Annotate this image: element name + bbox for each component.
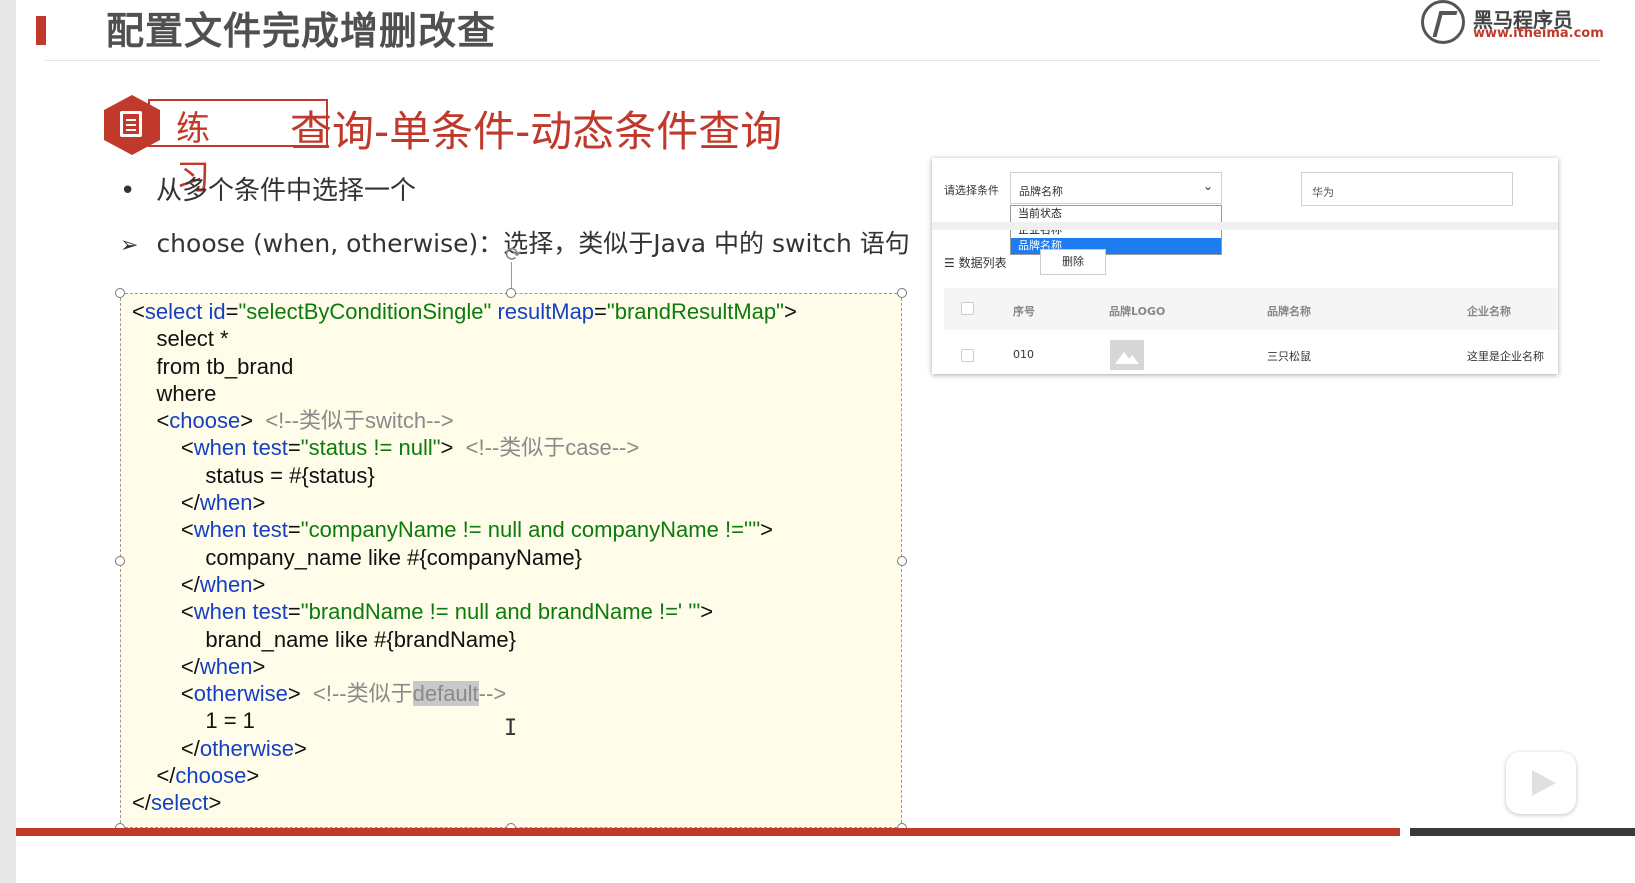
selected-text: default — [412, 681, 479, 707]
code-line: </when> — [132, 490, 266, 516]
code-line: <when test="companyName != null and comp… — [132, 517, 773, 543]
row-brand-name: 三只松鼠 — [1267, 350, 1311, 363]
code-line: select * — [132, 326, 229, 352]
arrow-bullet-icon: ➢ — [120, 233, 139, 258]
left-margin-strip — [0, 0, 16, 883]
dropdown-option[interactable]: 当前状态 — [1011, 206, 1221, 222]
table-row: 010 三只松鼠 这里是企业名称 — [944, 338, 1558, 374]
code-line: </when> — [132, 653, 266, 679]
list-title: ☰ 数据列表 — [944, 254, 1007, 271]
code-line: status = #{status} — [132, 462, 375, 488]
code-block[interactable]: <select id="selectByConditionSingle" res… — [132, 298, 797, 817]
condition-dropdown[interactable]: 当前状态 企业名称 品牌名称 — [1010, 205, 1222, 255]
resize-handle-w[interactable] — [115, 556, 125, 566]
brand-logo: 黑马程序员 www.itheima.com — [1421, 0, 1604, 46]
image-placeholder-icon — [1110, 340, 1144, 370]
code-line: </otherwise> — [132, 735, 307, 761]
code-line: <otherwise> <!--类似于default--> — [132, 681, 507, 707]
text-cursor-icon: I — [504, 716, 518, 741]
code-line: </choose> — [132, 763, 260, 789]
column-header: 序号 — [1013, 305, 1035, 318]
row-id: 010 — [1013, 348, 1034, 361]
column-header: 品牌名称 — [1267, 305, 1311, 318]
table-header: 序号 品牌LOGO 品牌名称 企业名称 — [944, 288, 1558, 330]
code-line: <when test="status != null"> <!--类似于case… — [132, 435, 640, 461]
chevron-down-icon: ⌄ — [1202, 179, 1213, 193]
slide-title: 配置文件完成增删改查 — [106, 9, 497, 53]
section-separator — [932, 222, 1558, 230]
rotate-handle-icon[interactable]: ⟳ — [505, 242, 527, 266]
resize-handle-ne[interactable] — [897, 288, 907, 298]
code-line: </when> — [132, 571, 266, 597]
select-value: 品牌名称 — [1019, 185, 1063, 198]
search-input[interactable]: 华为 — [1301, 172, 1513, 206]
condition-label: 请选择条件 — [944, 184, 999, 197]
app-screenshot: 请选择条件 品牌名称 ⌄ 当前状态 企业名称 品牌名称 华为 ☰ 数据列表 删除… — [932, 158, 1558, 374]
list-icon: ☰ — [944, 256, 959, 270]
bullet-text: choose (when, otherwise)：选择，类似于Java 中的 s… — [156, 229, 910, 258]
bullet-text: 从多个条件中选择一个 — [156, 176, 417, 206]
section-heading: 查询-单条件-动态条件查询 — [290, 107, 783, 156]
code-line: company_name like #{companyName} — [132, 544, 583, 570]
resize-handle-e[interactable] — [897, 556, 907, 566]
resize-handle-n[interactable] — [506, 288, 516, 298]
code-line: <when test="brandName != null and brandN… — [132, 599, 714, 625]
code-line: </select> — [132, 790, 222, 816]
document-icon — [120, 111, 142, 137]
row-checkbox[interactable] — [961, 349, 974, 362]
title-accent-mark — [36, 16, 46, 45]
code-line: <select id="selectByConditionSingle" res… — [132, 299, 797, 324]
code-line: brand_name like #{brandName} — [132, 626, 517, 652]
list-title-text: 数据列表 — [958, 256, 1007, 270]
code-line: <choose> <!--类似于switch--> — [132, 408, 454, 434]
column-header: 企业名称 — [1467, 305, 1511, 318]
logo-url: www.itheima.com — [1473, 26, 1604, 41]
bullet-dot-icon: • — [120, 176, 136, 206]
horse-logo-icon — [1421, 0, 1465, 44]
play-icon[interactable] — [1506, 752, 1576, 814]
title-divider — [45, 60, 1600, 61]
row-company-name: 这里是企业名称 — [1467, 350, 1544, 363]
delete-button[interactable]: 删除 — [1040, 249, 1106, 275]
resize-handle-nw[interactable] — [115, 288, 125, 298]
code-line: where — [132, 380, 217, 406]
code-line: from tb_brand — [132, 353, 294, 379]
select-all-checkbox[interactable] — [961, 302, 974, 315]
progress-bar-red — [16, 828, 1400, 836]
progress-bar-dark — [1410, 828, 1635, 836]
column-header: 品牌LOGO — [1109, 305, 1166, 318]
condition-select[interactable]: 品牌名称 ⌄ — [1010, 172, 1222, 204]
bullet-item: • 从多个条件中选择一个 — [120, 170, 416, 207]
code-line: 1 = 1 — [132, 708, 255, 734]
